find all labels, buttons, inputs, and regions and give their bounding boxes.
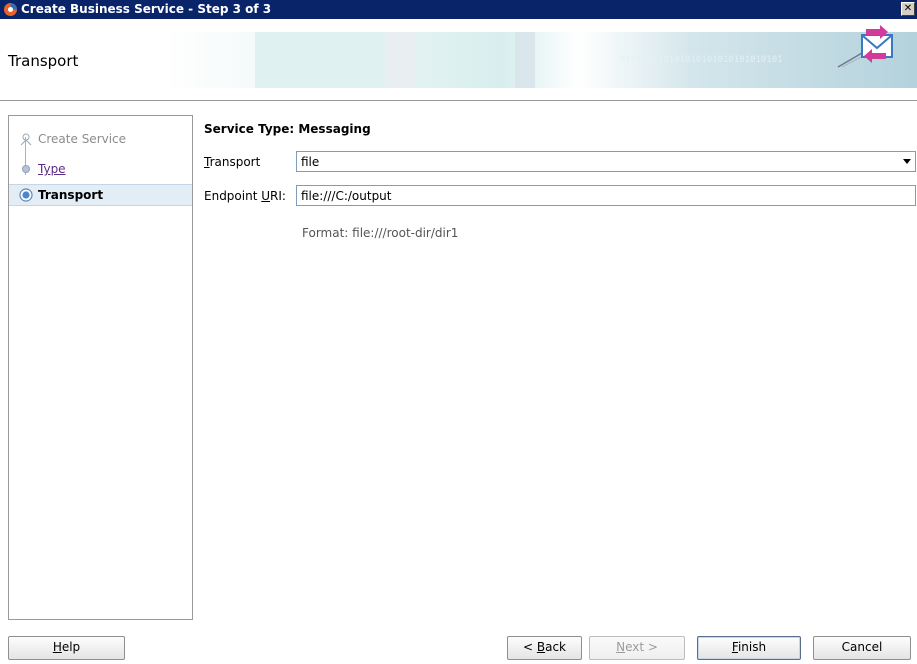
help-mnemonic: H xyxy=(52,640,62,654)
endpoint-label-mnemonic: U xyxy=(261,189,271,203)
nav-item-transport[interactable]: Transport xyxy=(9,184,192,206)
nav-item-create-service: Create Service xyxy=(9,128,192,150)
finish-label: inish xyxy=(737,640,767,654)
title-bar[interactable]: Create Business Service - Step 3 of 3 ✕ xyxy=(0,0,917,19)
step-dot-icon xyxy=(22,165,30,173)
help-button[interactable]: Help xyxy=(8,636,125,660)
transport-label: Transport xyxy=(204,155,260,169)
endpoint-uri-label: Endpoint URI: xyxy=(204,189,286,203)
back-button[interactable]: < Back xyxy=(507,636,582,660)
endpoint-label-pre: Endpoint xyxy=(204,189,262,203)
header-binary-decoration: 010101010101010101010101010101 xyxy=(620,55,783,65)
next-mnemonic: N xyxy=(616,640,626,654)
endpoint-uri-value: file:///C:/output xyxy=(301,189,392,203)
transport-select-value: file xyxy=(301,155,320,169)
back-label: ack xyxy=(545,640,566,654)
service-type-heading: Service Type: Messaging xyxy=(204,122,371,136)
help-label: elp xyxy=(61,640,81,654)
step-current-icon xyxy=(19,188,33,202)
create-business-service-dialog: Create Business Service - Step 3 of 3 ✕ … xyxy=(0,0,917,664)
endpoint-uri-field[interactable]: file:///C:/output xyxy=(296,185,916,206)
header-banner-block xyxy=(255,32,385,88)
header-banner-block xyxy=(385,32,415,88)
close-icon[interactable]: ✕ xyxy=(901,2,915,16)
wizard-steps-nav: Create Service Type Transport xyxy=(8,115,193,620)
endpoint-label-post: RI: xyxy=(270,189,286,203)
nav-item-label[interactable]: Type xyxy=(38,162,66,176)
header-banner-block xyxy=(515,32,535,88)
back-label-pre: < xyxy=(522,640,537,654)
back-mnemonic: B xyxy=(536,640,546,654)
nav-item-label: Create Service xyxy=(38,132,127,146)
next-button[interactable]: Next > xyxy=(589,636,685,660)
transport-mail-icon xyxy=(837,25,893,68)
app-icon xyxy=(4,3,17,16)
window-title: Create Business Service - Step 3 of 3 xyxy=(21,2,272,16)
nav-item-label: Transport xyxy=(38,188,104,202)
nav-item-type[interactable]: Type xyxy=(9,158,192,180)
transport-label-text: ransport xyxy=(209,155,261,169)
wizard-header: 010101010101010101010101010101 Transport xyxy=(0,19,917,101)
page-title: Transport xyxy=(8,52,79,70)
finish-button[interactable]: Finish xyxy=(697,636,801,660)
chevron-down-icon[interactable] xyxy=(903,159,911,164)
format-hint: Format: file:///root-dir/dir1 xyxy=(302,226,459,240)
next-label: ext > xyxy=(625,640,658,654)
step-pending-icon xyxy=(20,133,32,146)
transport-select[interactable]: file xyxy=(296,151,916,172)
cancel-button[interactable]: Cancel xyxy=(813,636,911,660)
